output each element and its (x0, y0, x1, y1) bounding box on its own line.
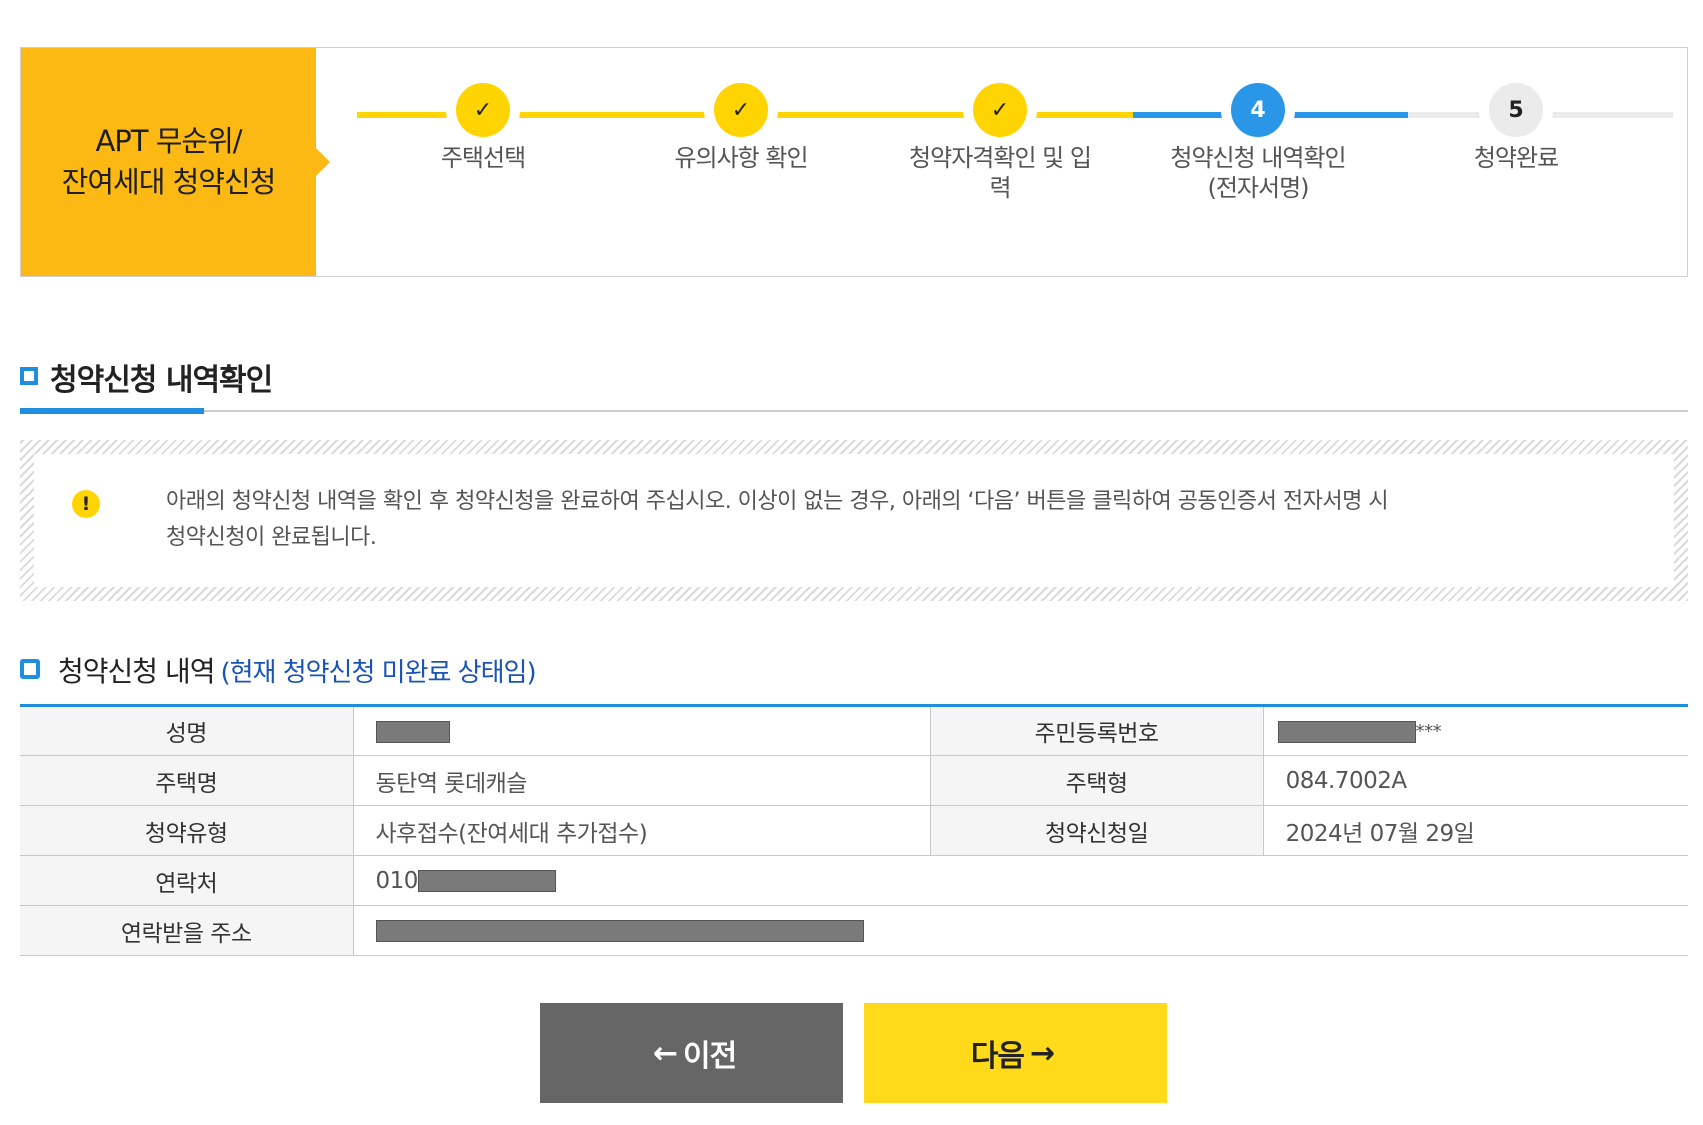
square-bullet-icon (20, 367, 38, 385)
application-details-table: 성명 주민등록번호 *** 주택명 동탄역 롯데캐슬 주택형 084.7002A… (20, 704, 1688, 956)
step-3-label: 청약자격확인 및 입력 (909, 144, 1092, 202)
step-4: 4 청약신청 내역확인 (전자서명) (1133, 83, 1383, 203)
step-5: 5 청약완료 (1391, 83, 1641, 173)
step-2: ✓ 유의사항 확인 (616, 83, 866, 173)
next-button[interactable]: 다음 → (864, 1003, 1167, 1103)
redacted-name (375, 720, 450, 743)
section-title: 청약신청 내역확인 (20, 355, 1688, 414)
step-1: ✓ 주택선택 (358, 83, 608, 173)
house-name-value: 동탄역 롯데캐슬 (353, 755, 931, 806)
check-icon: ✓ (973, 83, 1027, 137)
application-status-text: (현재 청약신청 미완료 상태임) (220, 658, 536, 688)
apply-type-value: 사후접수(잔여세대 추가접수) (353, 805, 931, 856)
details-title-text: 청약신청 내역 (현재 청약신청 미완료 상태임) (58, 650, 537, 690)
phone-value: 010 (353, 855, 1688, 906)
notice-text-line2: 청약신청이 완료됩니다. (166, 525, 377, 550)
check-icon: ✓ (456, 83, 510, 137)
id-number-value: *** (1263, 705, 1688, 756)
check-icon: ✓ (714, 83, 768, 137)
step-progress-box: APT 무순위/ 잔여세대 청약신청 ✓ 주택선택 ✓ 유의사항 확인 ✓ 청약… (20, 47, 1688, 277)
step-5-label: 청약완료 (1473, 144, 1559, 172)
phone-prefix: 010 (375, 867, 419, 894)
prev-button-label: 이전 (682, 1039, 737, 1074)
step-3: ✓ 청약자격확인 및 입력 (875, 83, 1125, 203)
table-row: 연락받을 주소 (20, 905, 1688, 956)
table-row: 성명 주민등록번호 *** (20, 705, 1688, 756)
step-5-number: 5 (1489, 83, 1543, 137)
step-2-label: 유의사항 확인 (674, 144, 808, 172)
page-title: APT 무순위/ 잔여세대 청약신청 (21, 48, 330, 276)
name-label: 성명 (20, 705, 354, 756)
apply-type-label: 청약유형 (20, 805, 354, 856)
arrow-right-icon: → (1030, 1035, 1055, 1071)
exclamation-icon: ! (72, 490, 100, 518)
address-label: 연락받을 주소 (20, 905, 354, 956)
notice-text: 아래의 청약신청 내역을 확인 후 청약신청을 완료하여 주십시오. 이상이 없… (166, 484, 1566, 556)
square-bullet-icon (20, 659, 40, 679)
page-title-line1: APT 무순위/ (95, 124, 242, 158)
address-value (353, 905, 1688, 956)
step-4-label: 청약신청 내역확인 (전자서명) (1170, 144, 1346, 202)
id-number-label: 주민등록번호 (929, 705, 1264, 756)
notice-inner: ! 아래의 청약신청 내역을 확인 후 청약신청을 완료하여 주십시오. 이상이… (34, 454, 1674, 587)
step-1-label: 주택선택 (440, 144, 526, 172)
arrow-left-icon: ← (652, 1035, 678, 1071)
notice-box: ! 아래의 청약신청 내역을 확인 후 청약신청을 완료하여 주십시오. 이상이… (20, 440, 1688, 601)
next-button-label: 다음 (970, 1039, 1025, 1074)
redacted-phone (417, 870, 556, 892)
page-title-line2: 잔여세대 청약신청 (61, 165, 277, 199)
table-row: 주택명 동탄역 롯데캐슬 주택형 084.7002A (20, 755, 1688, 806)
house-type-label: 주택형 (929, 755, 1264, 806)
apply-date-label: 청약신청일 (929, 805, 1264, 856)
name-value (353, 705, 931, 756)
table-row: 청약유형 사후접수(잔여세대 추가접수) 청약신청일 2024년 07월 29일 (20, 805, 1688, 856)
prev-button[interactable]: ← 이전 (540, 1003, 843, 1103)
details-title-label: 청약신청 내역 (58, 655, 215, 688)
section-title-text: 청약신청 내역확인 (50, 363, 273, 398)
table-row: 연락처 010 (20, 855, 1688, 906)
house-type-value: 084.7002A (1263, 755, 1688, 806)
apply-date-value: 2024년 07월 29일 (1263, 805, 1688, 856)
notice-text-line1: 아래의 청약신청 내역을 확인 후 청약신청을 완료하여 주십시오. 이상이 없… (166, 489, 1389, 514)
house-name-label: 주택명 (20, 755, 354, 806)
section-title-underline (20, 408, 204, 414)
id-number-suffix: *** (1415, 721, 1442, 742)
step-4-number: 4 (1231, 83, 1285, 137)
phone-label: 연락처 (20, 855, 354, 906)
redacted-address (375, 920, 864, 942)
redacted-id-number (1277, 720, 1416, 743)
